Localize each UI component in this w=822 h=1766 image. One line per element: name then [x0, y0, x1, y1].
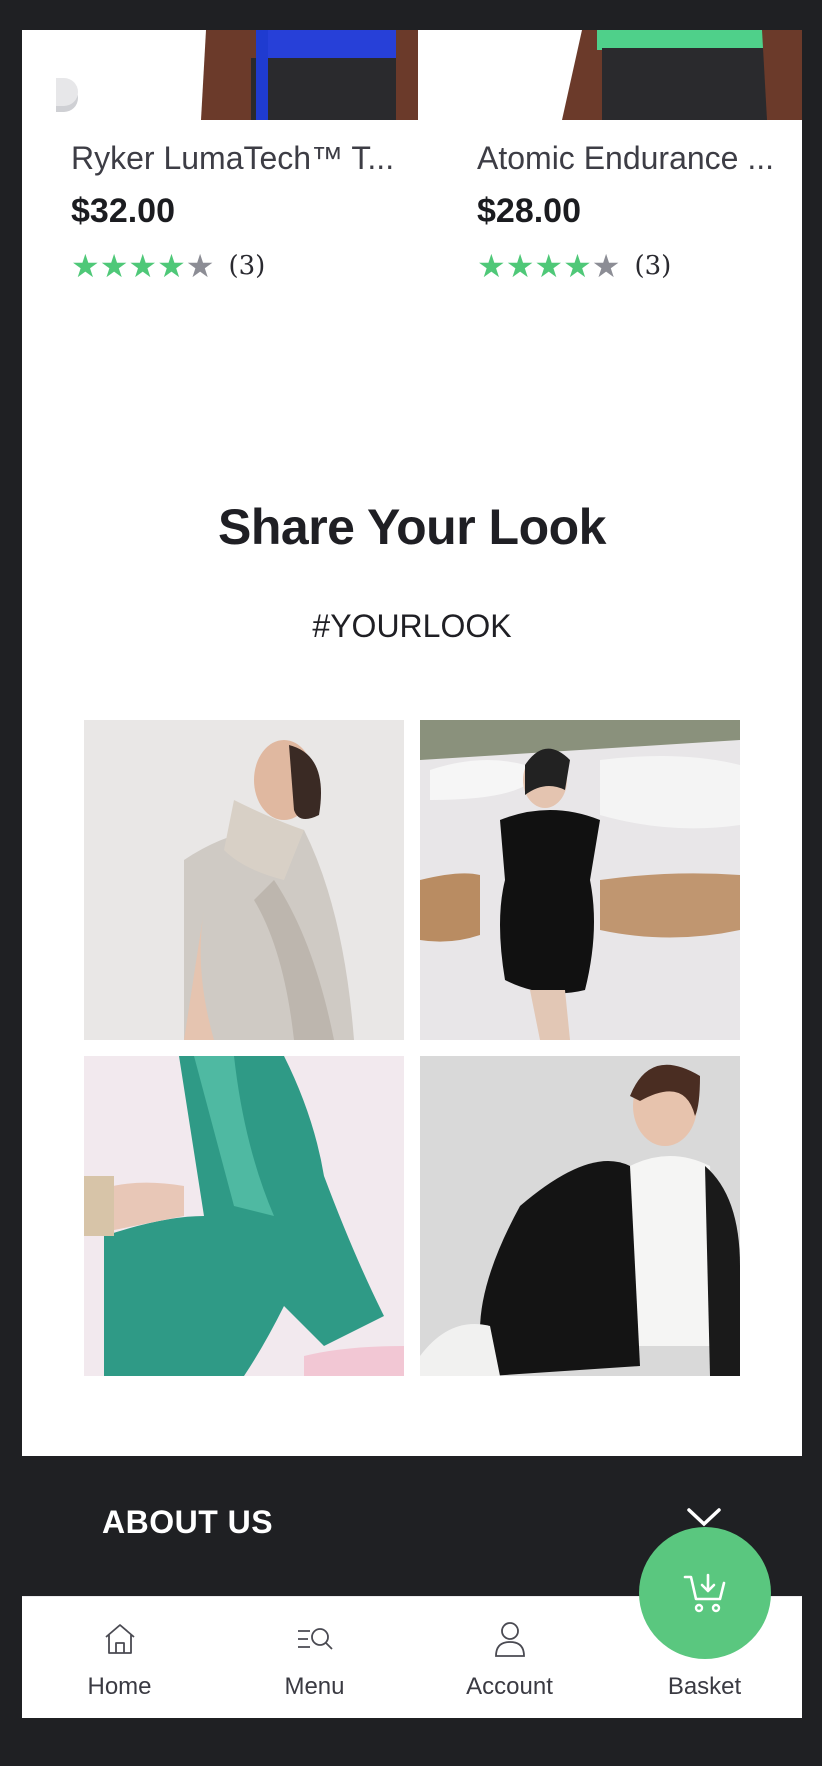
hashtag: #YOURLOOK: [312, 608, 512, 644]
star-icon: ★: [157, 248, 186, 284]
section-title: Share Your Look: [218, 499, 606, 555]
nav-home[interactable]: Home: [22, 1597, 217, 1718]
product-image[interactable]: [462, 30, 802, 120]
basket-fab[interactable]: [639, 1527, 771, 1659]
star-icon: ★: [128, 248, 158, 284]
nav-label: Menu: [284, 1673, 345, 1700]
nav-account[interactable]: Account: [412, 1597, 607, 1718]
account-icon: [495, 1622, 525, 1657]
product-image[interactable]: [56, 30, 418, 120]
about-title: ABOUT US: [102, 1504, 274, 1540]
look-image[interactable]: [420, 720, 740, 1040]
star-icon: ★: [591, 248, 621, 284]
product-name[interactable]: Ryker LumaTech™ T...: [71, 140, 394, 177]
nav-label: Basket: [667, 1673, 742, 1700]
nav-menu[interactable]: Menu: [217, 1597, 412, 1718]
product-rating: ★ ★ ★ ★ ★ (3): [71, 250, 265, 282]
star-icon: ★: [71, 248, 100, 284]
star-icon: ★: [99, 248, 129, 284]
product-rating: ★ ★ ★ ★ ★ (3): [477, 250, 671, 282]
look-image[interactable]: [420, 1056, 740, 1376]
product-price: $32.00: [71, 192, 175, 230]
review-count[interactable]: (3): [228, 251, 265, 281]
star-icon: ★: [563, 248, 592, 284]
menu-search-icon: [298, 1628, 333, 1650]
chevron-down-icon[interactable]: [687, 1508, 721, 1528]
home-icon: [105, 1624, 135, 1654]
star-icon: ★: [534, 248, 564, 284]
product-price: $28.00: [477, 192, 581, 230]
review-count[interactable]: (3): [634, 251, 671, 281]
product-name[interactable]: Atomic Endurance ...: [477, 140, 774, 177]
basket-icon: [683, 1573, 726, 1613]
look-image[interactable]: [84, 720, 404, 1040]
nav-label: Home: [87, 1673, 152, 1700]
star-icon: ★: [185, 248, 215, 284]
star-icon: ★: [505, 248, 535, 284]
star-icon: ★: [477, 248, 506, 284]
look-image[interactable]: [84, 1056, 404, 1376]
nav-label: Account: [466, 1673, 553, 1700]
page: Ryker LumaTech™ T... $32.00 ★ ★ ★ ★ ★ (3…: [22, 30, 802, 1718]
